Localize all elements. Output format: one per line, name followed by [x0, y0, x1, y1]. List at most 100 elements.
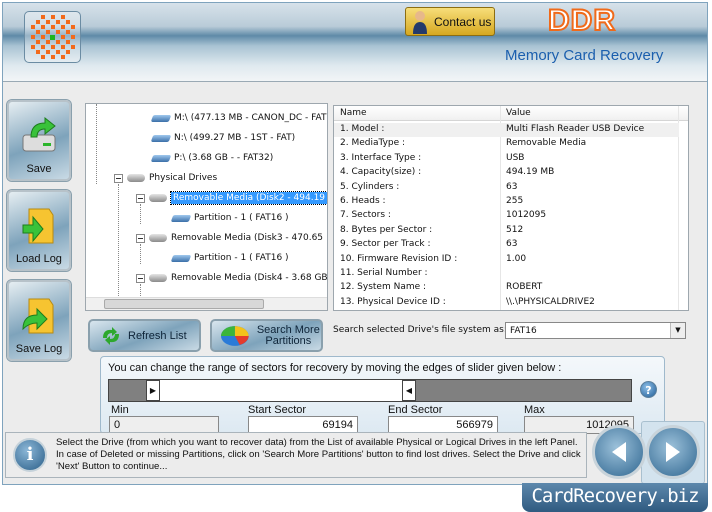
table-row[interactable]: 9. Sector per Track : 63 — [334, 238, 679, 252]
tree-item[interactable]: Removable Media (Disk3 - 470.65 — [136, 230, 323, 246]
property-name: 7. Sectors : — [340, 210, 391, 221]
refresh-icon — [103, 326, 119, 345]
tree-item-label: Removable Media (Disk3 - 470.65 — [171, 233, 324, 243]
drive-icon — [150, 154, 172, 162]
filesystem-select[interactable]: FAT16 ▼ — [505, 322, 686, 339]
drive-properties-table: Name Value 1. Model : Multi Flash Reader … — [333, 105, 689, 311]
property-name: 8. Bytes per Sector : — [340, 224, 433, 235]
chevron-down-icon[interactable]: ▼ — [670, 323, 685, 338]
search-more-partitions-button[interactable]: Search More Partitions — [210, 319, 323, 352]
property-value: USB — [506, 152, 525, 163]
contact-person-icon — [413, 10, 427, 34]
back-button[interactable] — [592, 425, 646, 479]
table-row[interactable]: 2. MediaType : Removable Media — [334, 137, 679, 151]
property-name: 1. Model : — [340, 124, 385, 134]
column-header-value[interactable]: Value — [506, 108, 531, 118]
sector-range-slider[interactable]: ▶ ◀ — [108, 379, 632, 402]
save-button[interactable]: Save — [7, 100, 71, 181]
table-row[interactable]: 5. Cylinders : 63 — [334, 181, 679, 195]
table-row[interactable]: 11. Serial Number : — [334, 267, 679, 281]
property-name: 9. Sector per Track : — [340, 239, 431, 250]
brand-logo: DDR — [547, 3, 616, 38]
property-name: 3. Interface Type : — [340, 152, 422, 163]
search-more-partitions-label: Search More Partitions — [256, 323, 320, 347]
property-name: 6. Heads : — [340, 196, 386, 206]
refresh-list-label: Refresh List — [128, 329, 187, 342]
tree-item[interactable]: Physical Drives — [114, 170, 217, 186]
load-log-button[interactable]: Load Log — [7, 190, 71, 271]
property-name: 12. System Name : — [340, 282, 427, 293]
table-row[interactable]: 4. Capacity(size) : 494.19 MB — [334, 166, 679, 180]
tree-item-label: M:\ (477.13 MB - CANON_DC - FAT — [174, 113, 327, 123]
collapse-icon[interactable] — [136, 193, 145, 203]
drive-tree[interactable]: M:\ (477.13 MB - CANON_DC - FAT N:\ (499.… — [85, 103, 328, 311]
table-row[interactable]: 12. System Name : ROBERT — [334, 281, 679, 295]
property-value: 255 — [506, 196, 524, 206]
property-name: 11. Serial Number : — [340, 268, 428, 278]
hard-disk-icon — [127, 174, 145, 182]
save-drive-icon — [22, 116, 56, 152]
table-row[interactable]: 10. Firmware Revision ID : 1.00 — [334, 253, 679, 267]
slider-instruction: You can change the range of sectors for … — [108, 362, 562, 374]
next-button[interactable] — [646, 425, 700, 479]
table-row[interactable]: 1. Model : Multi Flash Reader USB Device — [334, 123, 679, 138]
filesystem-value: FAT16 — [510, 326, 537, 336]
info-icon: i — [13, 438, 47, 472]
hard-disk-icon — [149, 234, 167, 242]
table-row[interactable]: 3. Interface Type : USB — [334, 152, 679, 166]
refresh-list-button[interactable]: Refresh List — [88, 319, 201, 352]
tree-item-label: N:\ (499.27 MB - 1ST - FAT) — [174, 133, 296, 143]
tree-item-label: Partition - 1 ( FAT16 ) — [194, 253, 289, 263]
contact-us-button[interactable]: Contact us — [405, 7, 495, 36]
end-handle[interactable]: ◀ — [402, 380, 416, 401]
save-log-button[interactable]: Save Log — [7, 280, 71, 361]
table-row[interactable]: 13. Physical Device ID : \\.\PHYSICALDRIV… — [334, 296, 679, 310]
property-value: ROBERT — [506, 282, 543, 293]
table-row[interactable]: 6. Heads : 255 — [334, 195, 679, 209]
arrow-left-icon — [612, 442, 626, 462]
property-value: 494.19 MB — [506, 167, 555, 178]
tree-item[interactable]: N:\ (499.27 MB - 1ST - FAT) — [150, 130, 296, 146]
tree-item[interactable]: Removable Media (Disk2 - 494.19 — [136, 190, 327, 206]
property-name: 10. Firmware Revision ID : — [340, 253, 458, 264]
arrow-right-icon — [666, 442, 680, 462]
load-folder-icon — [22, 208, 54, 244]
start-handle[interactable]: ▶ — [146, 380, 160, 401]
property-name: 2. MediaType : — [340, 138, 406, 149]
save-log-label: Save Log — [15, 343, 63, 355]
property-value: Removable Media — [506, 138, 587, 149]
tree-item[interactable]: M:\ (477.13 MB - CANON_DC - FAT — [150, 110, 327, 126]
tree-item-label: Removable Media (Disk4 - 3.68 GB — [171, 273, 328, 283]
pie-chart-icon — [220, 325, 249, 346]
property-value: Multi Flash Reader USB Device — [506, 124, 645, 134]
website-banner[interactable]: CardRecovery.biz — [522, 483, 708, 512]
tree-item-label: Physical Drives — [149, 173, 218, 183]
end-sector-label: End Sector — [388, 404, 443, 416]
start-sector-label: Start Sector — [248, 404, 307, 416]
collapse-icon[interactable] — [114, 173, 123, 183]
info-bar: i Select the Drive (from which you want … — [5, 432, 587, 478]
contact-us-label: Contact us — [434, 14, 492, 29]
tree-item[interactable]: Partition - 1 ( FAT16 ) — [170, 210, 289, 226]
drive-icon — [170, 254, 192, 262]
column-header-name[interactable]: Name — [340, 108, 367, 118]
property-value: \\.\PHYSICALDRIVE2 — [506, 296, 595, 307]
tree-item-label: Partition - 1 ( FAT16 ) — [194, 213, 289, 223]
info-text: Select the Drive (from which you want to… — [56, 437, 581, 472]
table-row[interactable]: 7. Sectors : 1012095 — [334, 209, 679, 223]
property-name: 13. Physical Device ID : — [340, 296, 446, 307]
hard-disk-icon — [149, 194, 167, 202]
collapse-icon[interactable] — [136, 233, 145, 243]
property-value: 1012095 — [506, 210, 547, 221]
tree-item[interactable]: Removable Media (Disk4 - 3.68 GB — [136, 270, 328, 286]
tree-item[interactable]: P:\ (3.68 GB - - FAT32) — [150, 150, 273, 166]
app-logo — [24, 11, 81, 63]
help-icon[interactable]: ? — [640, 381, 657, 398]
drive-icon — [170, 214, 192, 222]
collapse-icon[interactable] — [136, 273, 145, 283]
tree-item[interactable]: Partition - 1 ( FAT16 ) — [170, 250, 289, 266]
table-row[interactable]: 8. Bytes per Sector : 512 — [334, 224, 679, 238]
tree-horizontal-scrollbar[interactable] — [86, 297, 327, 310]
property-name: 4. Capacity(size) : — [340, 167, 422, 178]
filesystem-label: Search selected Drive's file system as: — [333, 325, 507, 335]
